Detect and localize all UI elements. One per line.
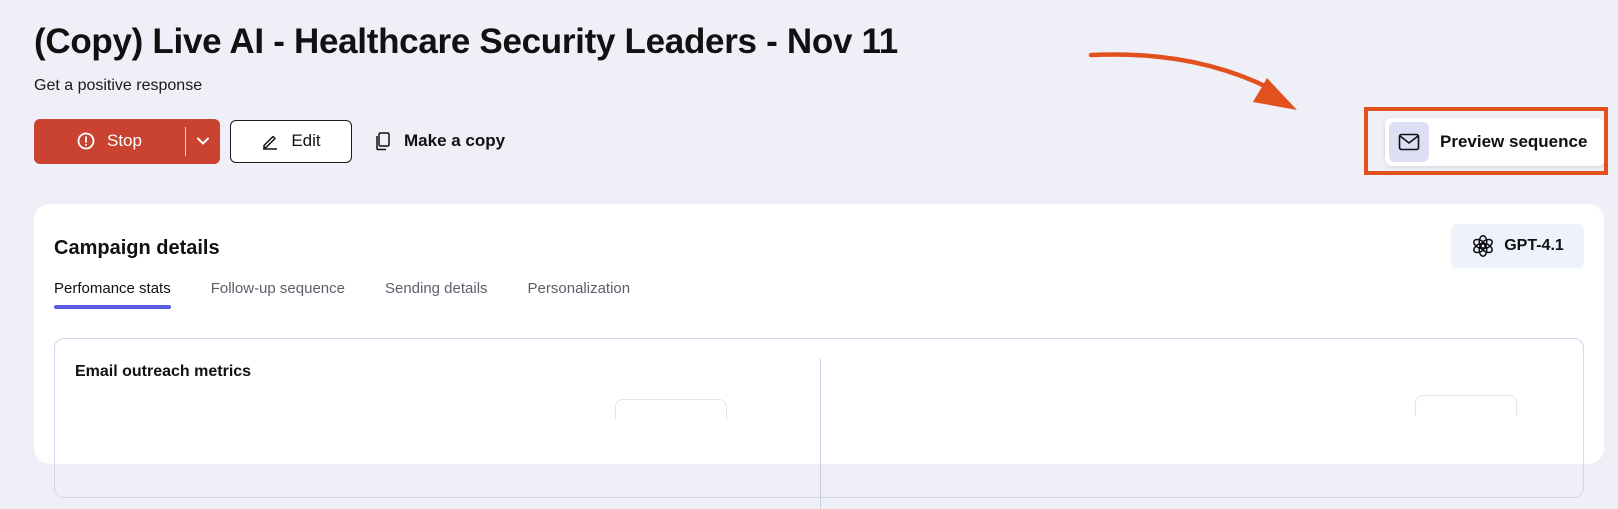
campaign-details-title: Campaign details [54,237,220,259]
make-copy-label: Make a copy [404,131,506,150]
tab-performance-stats[interactable]: Perfomance stats [54,280,171,309]
mail-icon [1398,133,1420,151]
chevron-down-icon [197,137,209,145]
tab-follow-up-sequence[interactable]: Follow-up sequence [211,280,345,307]
model-badge: GPT-4.1 [1451,224,1584,268]
edit-button[interactable]: Edit [230,119,352,163]
openai-logo-icon [1473,235,1494,257]
annotation-arrow [1088,52,1297,110]
pencil-icon [263,135,278,150]
campaign-details-card: Campaign details GPT-4.1 Perfomance stat… [34,204,1604,509]
metrics-divider [820,359,821,509]
tab-personalization[interactable]: Personalization [528,280,631,307]
stop-options-button[interactable] [186,119,220,164]
edit-button-label: Edit [291,131,321,150]
stop-circle-icon [77,132,95,150]
preview-icon-container [1389,122,1429,162]
stop-button-label: Stop [107,131,142,150]
copy-icon [376,132,390,151]
stop-split-button: Stop [34,118,220,164]
preview-sequence-label: Preview sequence [1440,132,1588,151]
page-subtitle: Get a positive response [34,77,203,94]
campaign-tabs: Perfomance stats Follow-up sequence Send… [54,280,631,309]
model-name: GPT-4.1 [1504,237,1564,254]
stop-button[interactable]: Stop [34,119,185,164]
preview-sequence-button[interactable]: Preview sequence [1385,118,1605,166]
email-outreach-metrics-title: Email outreach metrics [75,363,252,380]
email-outreach-metrics-panel: Email outreach metrics [54,338,1584,509]
make-copy-button[interactable]: Make a copy [374,131,505,151]
page-title: (Copy) Live AI - Healthcare Security Lea… [34,22,898,61]
action-toolbar: Stop Edit Make a copy [34,118,505,164]
tab-sending-details[interactable]: Sending details [385,280,488,307]
metrics-control-left[interactable] [615,399,727,420]
